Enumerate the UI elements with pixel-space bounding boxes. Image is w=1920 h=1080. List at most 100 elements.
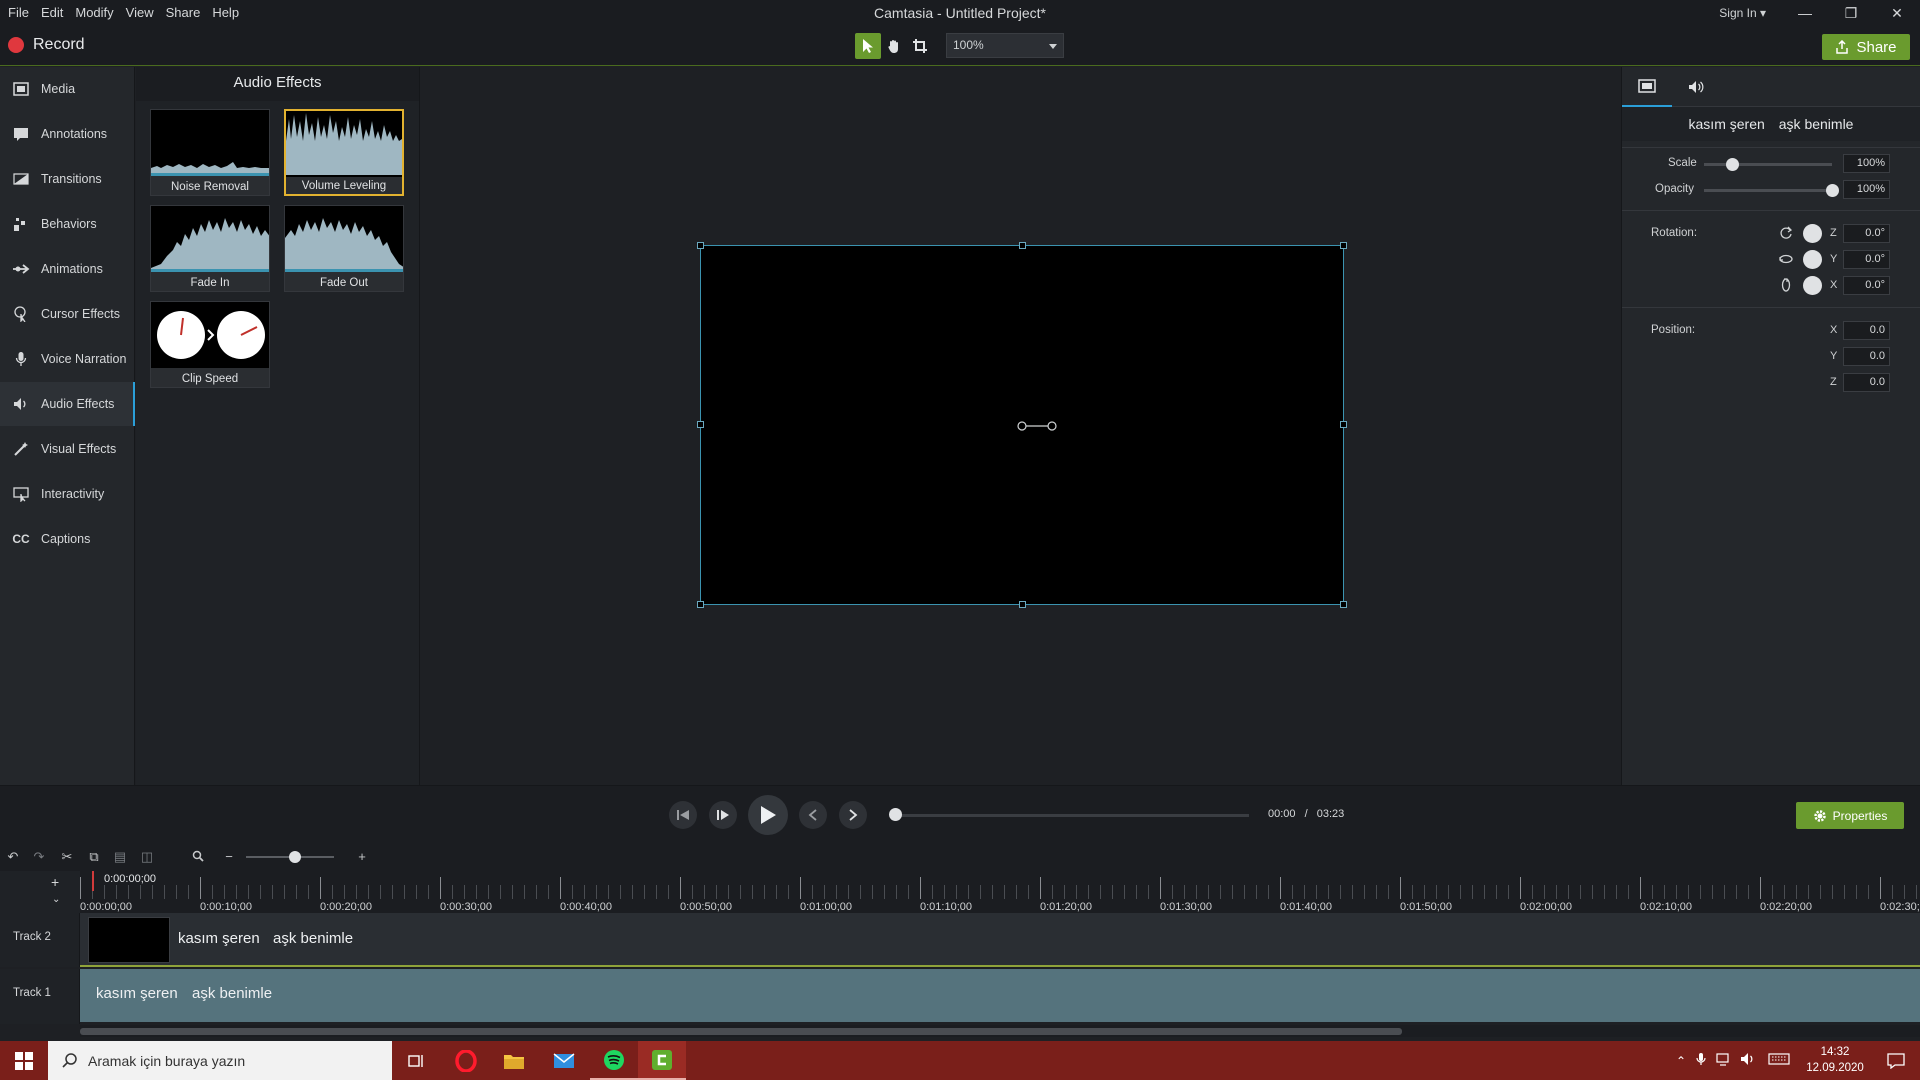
sidebar-item-voice-narration[interactable]: Voice Narration — [0, 337, 135, 381]
timeline-ruler[interactable]: 0:00:00;00 0:00:10;00 0:00:20;00 0:00:30… — [80, 871, 1920, 913]
scrollbar-thumb[interactable] — [80, 1028, 1402, 1035]
scrub-bar[interactable] — [893, 814, 1249, 817]
redo-icon[interactable]: ↷ — [32, 850, 46, 864]
volume-icon[interactable] — [1740, 1052, 1756, 1069]
add-track-icon[interactable]: + — [51, 874, 59, 890]
taskbar-clock[interactable]: 14:32 12.09.2020 — [1800, 1044, 1870, 1076]
rotation-z-dial[interactable] — [1803, 224, 1822, 243]
zoom-select[interactable]: 100% — [946, 33, 1064, 58]
mail-icon[interactable] — [540, 1041, 588, 1080]
sidebar-item-annotations[interactable]: Annotations — [0, 112, 135, 156]
opacity-slider[interactable] — [1704, 189, 1832, 192]
opacity-input[interactable]: 100% — [1843, 180, 1890, 199]
paste-icon[interactable]: ▤ — [113, 850, 127, 864]
copy-icon[interactable]: ⧉ — [87, 850, 101, 864]
sidebar-item-visual-effects[interactable]: Visual Effects — [0, 427, 135, 471]
menu-modify[interactable]: Modify — [75, 0, 121, 26]
microphone-icon[interactable] — [1696, 1052, 1706, 1069]
previous-frame-icon[interactable] — [669, 801, 697, 829]
effect-tile-volume-leveling[interactable]: Volume Leveling — [284, 109, 404, 196]
timeline-zoom-knob[interactable] — [289, 851, 301, 863]
share-button[interactable]: Share — [1822, 34, 1910, 60]
preview-canvas[interactable] — [697, 242, 1347, 608]
timeline-scrollbar[interactable] — [80, 1025, 1920, 1037]
properties-button[interactable]: Properties — [1796, 802, 1904, 829]
scale-input[interactable]: 100% — [1843, 154, 1890, 173]
record-button[interactable]: Record — [8, 36, 85, 54]
undo-icon[interactable]: ↶ — [6, 850, 20, 864]
effect-tile-fade-out[interactable]: Fade Out — [284, 205, 404, 292]
menu-help[interactable]: Help — [212, 0, 247, 26]
select-tool-icon[interactable] — [855, 33, 881, 59]
position-y-input[interactable]: 0.0 — [1843, 347, 1890, 366]
crop-tool-icon[interactable] — [907, 33, 933, 59]
opacity-slider-knob[interactable] — [1826, 184, 1839, 197]
cut-icon[interactable]: ✂ — [60, 850, 74, 864]
menu-edit[interactable]: Edit — [41, 0, 71, 26]
menu-view[interactable]: View — [126, 0, 162, 26]
resize-handle[interactable] — [1340, 242, 1347, 249]
sidebar-item-media[interactable]: Media — [0, 67, 135, 111]
sidebar-item-cursor-effects[interactable]: Cursor Effects — [0, 292, 135, 336]
rotation-x-input[interactable]: 0.0° — [1843, 276, 1890, 295]
minimize-icon[interactable]: — — [1782, 0, 1828, 26]
rotation-pivot-icon[interactable] — [1017, 420, 1057, 432]
play-button[interactable] — [748, 795, 788, 835]
resize-handle[interactable] — [697, 421, 704, 428]
sidebar-item-interactivity[interactable]: Interactivity — [0, 472, 135, 516]
notifications-icon[interactable] — [1872, 1041, 1920, 1080]
camtasia-icon[interactable] — [638, 1041, 686, 1080]
scale-slider-knob[interactable] — [1726, 158, 1740, 171]
rotation-z-input[interactable]: 0.0° — [1843, 224, 1890, 243]
sidebar-item-audio-effects[interactable]: Audio Effects — [0, 382, 135, 426]
chevron-down-icon[interactable]: ⌄ — [52, 894, 60, 905]
position-x-input[interactable]: 0.0 — [1843, 321, 1890, 340]
scrub-knob[interactable] — [889, 808, 902, 821]
zoom-out-icon[interactable]: − — [222, 850, 236, 864]
windows-start-icon[interactable] — [0, 1041, 48, 1080]
sidebar-item-behaviors[interactable]: Behaviors — [0, 202, 135, 246]
split-icon[interactable]: ◫ — [140, 850, 154, 864]
resize-handle[interactable] — [1019, 601, 1026, 608]
resize-handle[interactable] — [1019, 242, 1026, 249]
track-2-header[interactable]: Track 2 — [0, 913, 80, 967]
spotify-icon[interactable] — [590, 1041, 638, 1080]
resize-handle[interactable] — [1340, 421, 1347, 428]
scale-slider[interactable] — [1704, 163, 1832, 166]
zoom-in-icon[interactable]: + — [355, 850, 369, 864]
keyboard-icon[interactable] — [1768, 1052, 1790, 1069]
effect-tile-clip-speed[interactable]: Clip Speed — [150, 301, 270, 388]
effect-tile-fade-in[interactable]: Fade In — [150, 205, 270, 292]
menu-file[interactable]: File — [8, 0, 37, 26]
resize-handle[interactable] — [697, 601, 704, 608]
network-icon[interactable] — [1716, 1052, 1732, 1069]
file-explorer-icon[interactable] — [490, 1041, 538, 1080]
track-1-header[interactable]: Track 1 — [0, 969, 80, 1024]
position-z-input[interactable]: 0.0 — [1843, 373, 1890, 392]
opera-icon[interactable] — [442, 1041, 490, 1080]
track-1-audio-clip[interactable]: kasım şeren aşk benimle — [80, 969, 1920, 1022]
tab-visual-properties[interactable] — [1622, 67, 1672, 107]
previous-marker-icon[interactable] — [799, 801, 827, 829]
rotation-y-input[interactable]: 0.0° — [1843, 250, 1890, 269]
sidebar-item-transitions[interactable]: Transitions — [0, 157, 135, 201]
restore-icon[interactable]: ❐ — [1828, 0, 1874, 26]
menu-share[interactable]: Share — [166, 0, 209, 26]
next-marker-icon[interactable] — [839, 801, 867, 829]
sidebar-item-captions[interactable]: CC Captions — [0, 517, 135, 561]
tab-audio-properties[interactable] — [1672, 67, 1722, 107]
resize-handle[interactable] — [697, 242, 704, 249]
rotation-x-dial[interactable] — [1803, 276, 1822, 295]
chevron-up-icon[interactable]: ⌃ — [1676, 1054, 1686, 1068]
step-forward-icon[interactable] — [709, 801, 737, 829]
playhead[interactable] — [92, 871, 94, 891]
effect-tile-noise-removal[interactable]: Noise Removal — [150, 109, 270, 196]
pan-tool-icon[interactable] — [881, 33, 907, 59]
sidebar-item-animations[interactable]: Animations — [0, 247, 135, 291]
sign-in-button[interactable]: Sign In ▾ — [1719, 0, 1766, 26]
resize-handle[interactable] — [1340, 601, 1347, 608]
task-view-icon[interactable] — [392, 1041, 440, 1080]
clip-thumbnail[interactable] — [88, 917, 170, 963]
rotation-y-dial[interactable] — [1803, 250, 1822, 269]
search-icon[interactable] — [191, 850, 205, 864]
